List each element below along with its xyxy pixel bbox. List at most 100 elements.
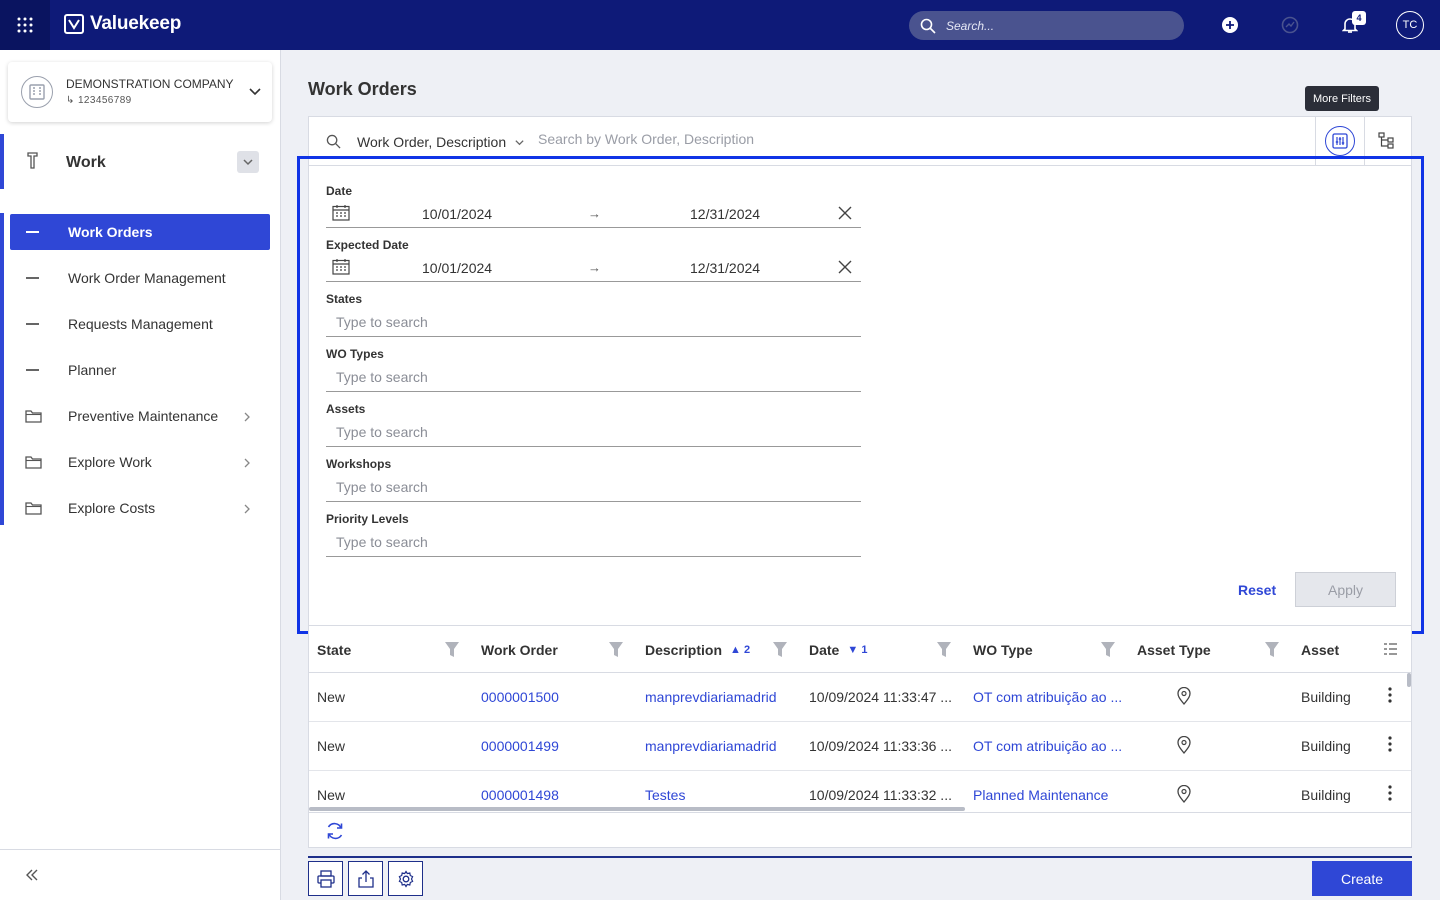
work-order-search-input[interactable] xyxy=(538,131,1238,147)
column-label: Date xyxy=(809,641,840,658)
app-name: Valuekeep xyxy=(90,13,182,34)
chevron-right-icon xyxy=(242,502,252,518)
column-label: Asset Type xyxy=(1137,641,1211,658)
tooltip: More Filters xyxy=(1305,86,1380,111)
page-title: Work Orders xyxy=(308,79,417,99)
column-header-wo-type[interactable]: WO Type xyxy=(973,626,1033,673)
chevron-down-icon[interactable] xyxy=(248,84,262,101)
column-label: Asset xyxy=(1301,641,1340,658)
chevron-down-icon xyxy=(515,139,524,145)
hammer-icon xyxy=(26,151,40,172)
sidebar-item-work-orders[interactable]: Work Orders xyxy=(10,214,270,250)
column-header-state[interactable]: State xyxy=(317,626,351,673)
cell-work-order-link[interactable]: 0000001498 xyxy=(481,787,559,803)
filter-sliders-icon xyxy=(1332,133,1348,149)
hierarchy-icon[interactable] xyxy=(1378,132,1395,152)
cell-state: New xyxy=(317,787,346,803)
table-row[interactable]: New 0000001498 Testes 10/09/2024 11:33:3… xyxy=(309,771,1411,812)
table-row[interactable]: New 0000001500 manprevdiariamadrid 10/09… xyxy=(309,673,1411,722)
app-launcher-icon[interactable] xyxy=(0,0,50,50)
sidebar-item-label: Work Orders xyxy=(68,224,153,240)
sidebar-item-explore-costs[interactable]: Explore Costs xyxy=(10,490,270,526)
cell-description-link[interactable]: manprevdiariamadrid xyxy=(645,689,777,705)
sidebar-item-label: Explore Work xyxy=(68,454,152,470)
refresh-icon[interactable] xyxy=(325,821,345,844)
analytics-icon[interactable] xyxy=(1280,15,1300,35)
cell-wo-type-link[interactable]: OT com atribuição ao ... xyxy=(973,689,1122,705)
filter-funnel-icon[interactable] xyxy=(1101,642,1115,661)
filter-funnel-icon[interactable] xyxy=(1265,642,1279,661)
sidebar-item-label: Work Order Management xyxy=(68,270,226,286)
divider xyxy=(0,849,281,850)
column-header-asset[interactable]: Asset xyxy=(1301,626,1339,673)
sidebar-item-work-order-management[interactable]: Work Order Management xyxy=(10,260,270,296)
cell-wo-type-link[interactable]: Planned Maintenance xyxy=(973,787,1108,803)
more-vert-icon[interactable] xyxy=(1388,736,1392,755)
app-logo[interactable]: Valuekeep xyxy=(64,13,181,35)
cell-description-link[interactable]: Testes xyxy=(645,787,685,803)
column-header-work-order[interactable]: Work Order xyxy=(481,626,558,673)
more-vert-icon[interactable] xyxy=(1388,687,1392,706)
filter-funnel-icon[interactable] xyxy=(445,642,459,661)
focus-highlight xyxy=(297,156,1424,634)
sidebar-item-planner[interactable]: Planner xyxy=(10,352,270,388)
sort-ascending-indicator: ▲ 2 xyxy=(730,644,750,656)
work-orders-table: State Work Order Description ▲ 2 Date ▼ … xyxy=(308,626,1412,812)
cell-work-order-link[interactable]: 0000001499 xyxy=(481,738,559,754)
sort-up-icon: ▲ xyxy=(730,643,741,656)
filter-funnel-icon[interactable] xyxy=(937,642,951,661)
horizontal-scrollbar[interactable] xyxy=(309,807,965,811)
global-search-input[interactable] xyxy=(946,18,1166,33)
column-chooser-icon[interactable] xyxy=(1383,642,1398,659)
company-name: DEMONSTRATION COMPANY xyxy=(66,77,234,91)
divider xyxy=(308,856,1412,858)
location-pin-icon xyxy=(1177,686,1191,708)
section-collapse-button[interactable] xyxy=(237,151,259,173)
user-avatar[interactable]: TC xyxy=(1396,11,1424,39)
cell-asset: Building xyxy=(1301,787,1351,803)
folder-icon xyxy=(25,501,42,518)
cell-date: 10/09/2024 11:33:36 ... xyxy=(809,738,952,754)
cell-description-link[interactable]: manprevdiariamadrid xyxy=(645,738,777,754)
upload-icon xyxy=(357,869,374,888)
sidebar-item-label: Requests Management xyxy=(68,316,213,332)
sidebar-item-preventive-maintenance[interactable]: Preventive Maintenance xyxy=(10,398,270,434)
company-code: ↳ 123456789 xyxy=(66,95,132,106)
cell-work-order-link[interactable]: 0000001500 xyxy=(481,689,559,705)
print-button[interactable] xyxy=(308,861,343,896)
column-label: State xyxy=(317,641,352,658)
top-bar: Valuekeep 4 TC xyxy=(0,0,1440,50)
add-icon[interactable] xyxy=(1220,15,1240,35)
column-label: WO Type xyxy=(973,641,1033,658)
section-indicator xyxy=(0,134,4,189)
print-icon xyxy=(316,869,335,888)
sidebar-item-explore-work[interactable]: Explore Work xyxy=(10,444,270,480)
sort-order: 2 xyxy=(743,643,751,656)
column-header-asset-type[interactable]: Asset Type xyxy=(1137,626,1211,673)
cell-wo-type-link[interactable]: OT com atribuição ao ... xyxy=(973,738,1122,754)
settings-button[interactable] xyxy=(388,861,423,896)
nav-group-indicator xyxy=(0,213,4,525)
cell-date: 10/09/2024 11:33:32 ... xyxy=(809,787,952,803)
column-header-description[interactable]: Description ▲ 2 xyxy=(645,626,750,673)
more-filters-button[interactable] xyxy=(1325,126,1355,156)
global-search[interactable] xyxy=(909,11,1184,40)
filter-funnel-icon[interactable] xyxy=(773,642,787,661)
sidebar-item-label: Preventive Maintenance xyxy=(68,408,219,424)
export-button[interactable] xyxy=(348,861,383,896)
subdirectory-icon: ↳ xyxy=(66,95,75,106)
vertical-scrollbar[interactable] xyxy=(1407,673,1411,687)
cell-date: 10/09/2024 11:33:47 ... xyxy=(809,689,952,705)
cell-state: New xyxy=(317,738,346,754)
filter-funnel-icon[interactable] xyxy=(609,642,623,661)
sidebar-item-requests-management[interactable]: Requests Management xyxy=(10,306,270,342)
dash-icon xyxy=(26,231,39,233)
collapse-sidebar-icon[interactable] xyxy=(24,867,40,886)
search-field-select[interactable]: Work Order, Description xyxy=(357,134,525,150)
table-row[interactable]: New 0000001499 manprevdiariamadrid 10/09… xyxy=(309,722,1411,771)
column-header-date[interactable]: Date ▼ 1 xyxy=(809,626,867,673)
create-button[interactable]: Create xyxy=(1312,861,1412,896)
company-selector[interactable]: DEMONSTRATION COMPANY ↳ 123456789 xyxy=(8,62,272,122)
more-vert-icon[interactable] xyxy=(1388,785,1392,804)
folder-icon xyxy=(25,455,42,472)
